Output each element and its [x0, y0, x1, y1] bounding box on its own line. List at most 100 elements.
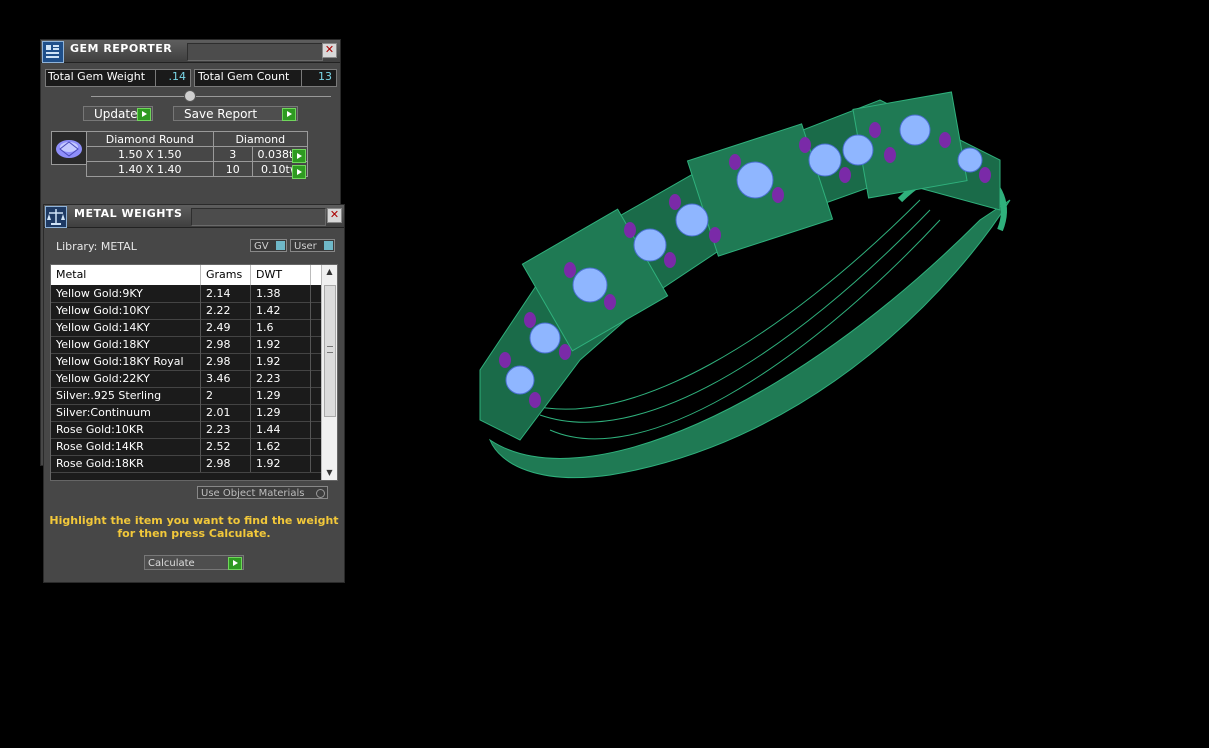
- metal-cell-dwt: 1.92: [251, 455, 311, 472]
- metal-cell-grams: 2.98: [201, 336, 251, 353]
- toggle-indicator-icon: [324, 241, 333, 250]
- metal-cell-metal: Silver:Continuum: [51, 404, 201, 421]
- table-row[interactable]: Yellow Gold:18KY Royal 2.98 1.92: [51, 353, 321, 371]
- calculate-button-label: Calculate: [148, 558, 195, 569]
- radio-circle-icon: [316, 489, 325, 498]
- total-gem-count-label: Total Gem Count: [194, 69, 304, 87]
- scroll-down-arrow-icon[interactable]: ▼: [322, 466, 337, 480]
- metal-cell-metal: Rose Gold:18KR: [51, 455, 201, 472]
- play-arrow-icon: [137, 108, 151, 121]
- table-row[interactable]: Silver:.925 Sterling 2 1.29: [51, 387, 321, 405]
- table-row[interactable]: Rose Gold:14KR 2.52 1.62: [51, 438, 321, 456]
- calculate-hint-line-2: for then press Calculate.: [117, 527, 271, 540]
- metal-weights-table: Metal Grams DWT Yellow Gold:9KY 2.14 1.38 Y…: [50, 264, 338, 481]
- scroll-thumb[interactable]: [324, 285, 336, 417]
- save-report-button-label: Save Report: [184, 107, 258, 121]
- metal-cell-metal: Yellow Gold:18KY: [51, 336, 201, 353]
- table-row[interactable]: Yellow Gold:14KY 2.49 1.6: [51, 319, 321, 337]
- table-row[interactable]: Rose Gold:10KR 2.23 1.44: [51, 421, 321, 439]
- gem-reporter-close-button[interactable]: ✕: [322, 43, 337, 58]
- metal-cell-grams: 2: [201, 387, 251, 404]
- metal-weights-drag-grip[interactable]: [191, 208, 326, 226]
- metal-cell-dwt: 1.92: [251, 353, 311, 370]
- update-button-label: Update: [94, 107, 138, 121]
- gv-toggle[interactable]: GV: [250, 239, 287, 252]
- ring-3d-viewport[interactable]: [460, 80, 1020, 490]
- table-row[interactable]: Yellow Gold:18KY 2.98 1.92: [51, 336, 321, 354]
- diamond-gem-icon: [56, 140, 82, 158]
- total-gem-count-value: 13: [301, 69, 337, 87]
- gem-reporter-app-icon: [42, 41, 64, 63]
- gem-row-expand-button[interactable]: [292, 165, 306, 179]
- metal-weights-titlebar[interactable]: METAL WEIGHTS ✕: [44, 205, 344, 228]
- metal-cell-grams: 2.14: [201, 285, 251, 302]
- metal-weights-title: METAL WEIGHTS: [74, 207, 183, 220]
- calculate-button[interactable]: Calculate: [144, 555, 244, 570]
- library-label: Library: METAL: [56, 240, 137, 253]
- column-header-grams[interactable]: Grams: [201, 265, 251, 285]
- metal-cell-dwt: 1.92: [251, 336, 311, 353]
- gem-size: 1.50 X 1.50: [86, 146, 214, 162]
- table-row[interactable]: Rose Gold:18KR 2.98 1.92: [51, 455, 321, 473]
- metal-cell-dwt: 1.44: [251, 421, 311, 438]
- metal-cell-metal: Rose Gold:14KR: [51, 438, 201, 455]
- metal-cell-dwt: 1.42: [251, 302, 311, 319]
- metal-cell-metal: Yellow Gold:22KY: [51, 370, 201, 387]
- scroll-up-arrow-icon[interactable]: ▲: [322, 265, 337, 279]
- metal-cell-dwt: 1.29: [251, 404, 311, 421]
- calculate-hint-line-1: Highlight the item you want to find the …: [49, 514, 339, 527]
- metal-weights-close-button[interactable]: ✕: [327, 208, 342, 223]
- metal-cell-grams: 2.49: [201, 319, 251, 336]
- use-object-materials-checkbox[interactable]: Use Object Materials: [197, 486, 328, 499]
- gem-shape-header: Diamond Round: [86, 131, 214, 147]
- metal-cell-metal: Yellow Gold:18KY Royal: [51, 353, 201, 370]
- metal-weights-app-icon: [45, 206, 67, 228]
- save-report-button[interactable]: Save Report: [173, 106, 298, 121]
- scroll-grip-icon: [327, 346, 333, 353]
- metal-cell-grams: 2.52: [201, 438, 251, 455]
- toggle-indicator-icon: [276, 241, 285, 250]
- gem-row[interactable]: 1.50 X 1.50 3 0.038tw: [86, 146, 309, 162]
- gem-reporter-drag-grip[interactable]: [187, 43, 323, 61]
- metal-cell-metal: Yellow Gold:10KY: [51, 302, 201, 319]
- metal-cell-grams: 2.22: [201, 302, 251, 319]
- gem-count: 10: [212, 161, 253, 177]
- gem-row[interactable]: 1.40 X 1.40 10 0.10tw: [86, 161, 309, 177]
- gem-row-expand-button[interactable]: [292, 149, 306, 163]
- metal-cell-grams: 2.01: [201, 404, 251, 421]
- metal-cell-dwt: 2.23: [251, 370, 311, 387]
- metal-cell-grams: 2.98: [201, 455, 251, 472]
- gem-count: 3: [212, 146, 253, 162]
- user-toggle[interactable]: User: [290, 239, 335, 252]
- gem-slider-track[interactable]: [91, 96, 331, 97]
- table-row[interactable]: Yellow Gold:22KY 3.46 2.23: [51, 370, 321, 388]
- metal-table-header: Metal Grams DWT: [51, 265, 321, 285]
- column-header-metal[interactable]: Metal: [51, 265, 201, 285]
- gem-material-header: Diamond: [212, 131, 309, 147]
- diamond-round-thumbnail: [51, 131, 87, 165]
- update-button[interactable]: Update: [83, 106, 153, 121]
- play-arrow-icon: [282, 108, 296, 121]
- metal-cell-dwt: 1.38: [251, 285, 311, 302]
- metal-table-scrollbar[interactable]: ▲ ▼: [321, 265, 337, 480]
- metal-weights-panel: METAL WEIGHTS ✕ Library: METAL GV User M…: [43, 204, 345, 583]
- gv-toggle-label: GV: [254, 241, 269, 252]
- metal-cell-grams: 2.98: [201, 353, 251, 370]
- metal-cell-dwt: 1.6: [251, 319, 311, 336]
- metal-cell-dwt: 1.29: [251, 387, 311, 404]
- play-arrow-icon: [228, 557, 242, 570]
- gem-reporter-titlebar[interactable]: GEM REPORTER ✕: [41, 40, 340, 63]
- metal-cell-grams: 2.23: [201, 421, 251, 438]
- total-gem-weight-value: .14: [155, 69, 191, 87]
- table-row[interactable]: Yellow Gold:9KY 2.14 1.38: [51, 285, 321, 303]
- column-header-dwt[interactable]: DWT: [251, 265, 311, 285]
- table-row[interactable]: Yellow Gold:10KY 2.22 1.42: [51, 302, 321, 320]
- table-row[interactable]: Silver:Continuum 2.01 1.29: [51, 404, 321, 422]
- metal-cell-grams: 3.46: [201, 370, 251, 387]
- metal-cell-metal: Rose Gold:10KR: [51, 421, 201, 438]
- gem-slider-handle[interactable]: [184, 90, 196, 102]
- metal-cell-metal: Yellow Gold:9KY: [51, 285, 201, 302]
- metal-cell-dwt: 1.62: [251, 438, 311, 455]
- gem-size: 1.40 X 1.40: [86, 161, 214, 177]
- gem-summary-table: Diamond Round Diamond 1.50 X 1.50 3 0.03…: [86, 131, 309, 177]
